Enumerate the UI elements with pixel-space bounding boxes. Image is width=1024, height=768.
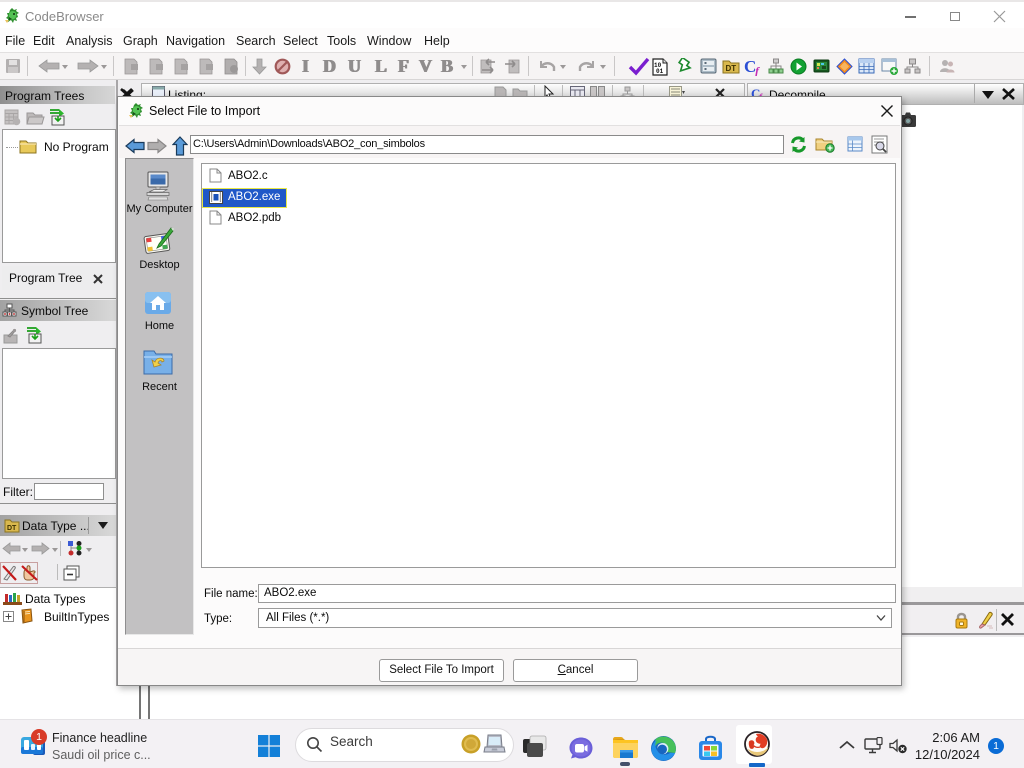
svg-text:DT: DT [726, 64, 737, 73]
svg-text:f: f [755, 64, 760, 76]
svg-text:DT: DT [7, 525, 17, 532]
svg-text:01: 01 [656, 68, 664, 75]
